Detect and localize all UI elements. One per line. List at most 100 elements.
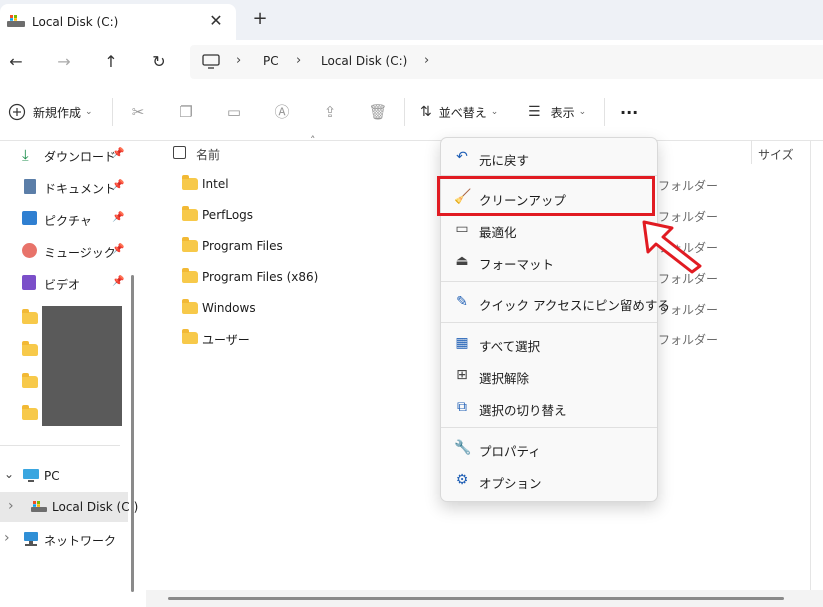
- menu-item-select-all[interactable]: ▦ すべて選択: [445, 328, 653, 358]
- document-icon: [24, 179, 36, 194]
- menu-item-optimize[interactable]: ▭ 最適化: [445, 214, 653, 244]
- file-type: フォルダー: [658, 177, 718, 194]
- sidebar-item-videos[interactable]: ビデオ 📌: [0, 268, 130, 298]
- chevron-right-icon[interactable]: ›: [8, 498, 14, 514]
- tab-local-disk[interactable]: Local Disk (C:) ✕: [0, 4, 236, 40]
- rename-button[interactable]: Ⓐ: [272, 98, 292, 126]
- file-name: PerfLogs: [202, 208, 253, 222]
- menu-separator: [441, 281, 657, 282]
- select-all-checkbox[interactable]: [173, 146, 186, 159]
- video-icon: [22, 275, 36, 290]
- chevron-right-icon[interactable]: ›: [4, 530, 10, 546]
- new-tab-button[interactable]: +: [250, 9, 270, 29]
- menu-separator: [441, 322, 657, 323]
- list-view-icon: ☰: [528, 104, 541, 120]
- sidebar-item-label: ダウンロード: [44, 148, 116, 165]
- plus-circle-icon: [8, 103, 26, 121]
- pin-icon: 📌: [112, 244, 124, 255]
- menu-item-invert-selection[interactable]: ⧉ 選択の切り替え: [445, 392, 653, 422]
- breadcrumb-local-disk[interactable]: Local Disk (C:): [321, 54, 407, 68]
- menu-item-label: 選択の切り替え: [479, 400, 567, 419]
- undo-icon: ↶: [454, 149, 470, 165]
- menu-item-label: クイック アクセスにピン留めする: [479, 295, 670, 314]
- new-button[interactable]: 新規作成 ⌄: [8, 98, 93, 126]
- file-name: Program Files: [202, 239, 283, 253]
- column-name[interactable]: 名前: [196, 146, 220, 163]
- column-divider[interactable]: [751, 140, 752, 164]
- view-button[interactable]: ☰ 表示 ⌄: [528, 98, 586, 126]
- scissors-icon: ✂: [128, 102, 148, 122]
- menu-item-undo[interactable]: ↶ 元に戻す: [445, 142, 653, 172]
- command-bar: 新規作成 ⌄ ✂ ❐ ▭ Ⓐ ⇪ 🗑 ⇅ 並べ替え ⌄ ☰ 表示 ⌄ ···: [0, 84, 823, 141]
- folder-icon[interactable]: [22, 344, 38, 359]
- sidebar-item-local-disk[interactable]: › Local Disk (C:): [0, 492, 130, 522]
- divider: [404, 98, 405, 126]
- sidebar-item-label: ネットワーク: [44, 532, 116, 549]
- copy-icon: ❐: [176, 102, 196, 122]
- up-arrow-icon[interactable]: ↑: [97, 48, 125, 76]
- copy-button[interactable]: ❐: [176, 98, 196, 126]
- folder-icon[interactable]: [22, 376, 38, 391]
- breadcrumb-pc[interactable]: PC: [263, 54, 279, 68]
- paste-button[interactable]: ▭: [224, 98, 244, 126]
- chevron-down-icon: ⌄: [491, 107, 499, 117]
- menu-item-properties[interactable]: 🔧 プロパティ: [445, 433, 653, 463]
- folder-icon[interactable]: [22, 312, 38, 327]
- menu-item-label: フォーマット: [479, 254, 554, 273]
- trash-icon: 🗑: [368, 102, 388, 122]
- menu-item-format[interactable]: ⏏ フォーマット: [445, 246, 653, 276]
- share-button[interactable]: ⇪: [320, 98, 340, 126]
- sidebar-item-documents[interactable]: ドキュメント 📌: [0, 172, 130, 202]
- drive-icon: [30, 500, 48, 514]
- more-options-button[interactable]: ···: [620, 98, 638, 126]
- menu-item-select-none[interactable]: ⊞ 選択解除: [445, 360, 653, 390]
- options-gear-icon: ⚙: [454, 472, 470, 488]
- refresh-icon[interactable]: ↻: [145, 48, 173, 76]
- sidebar-item-pictures[interactable]: ピクチャ 📌: [0, 204, 130, 234]
- sidebar-scrollbar[interactable]: [131, 275, 134, 592]
- sort-arrows-icon: ⇅: [420, 104, 432, 120]
- chevron-down-icon[interactable]: ⌄: [4, 467, 14, 481]
- sidebar-item-downloads[interactable]: ⤓ ダウンロード 📌: [0, 140, 130, 170]
- properties-wrench-icon: 🔧: [454, 440, 470, 456]
- menu-item-pin-quick-access[interactable]: ✎ クイック アクセスにピン留めする: [445, 287, 653, 317]
- folder-icon: [182, 240, 198, 255]
- divider: [0, 445, 120, 446]
- sidebar-item-music[interactable]: ミュージック 📌: [0, 236, 130, 266]
- invert-selection-icon: ⧉: [454, 399, 470, 415]
- sidebar-item-network[interactable]: › ネットワーク: [0, 524, 130, 554]
- breadcrumb-separator: ›: [236, 53, 241, 68]
- monitor-icon: [202, 54, 220, 70]
- delete-button[interactable]: 🗑: [368, 98, 388, 126]
- download-icon: ⤓: [22, 147, 38, 163]
- folder-icon: [182, 178, 198, 193]
- horizontal-scrollbar[interactable]: [168, 597, 784, 600]
- folder-icon[interactable]: [22, 408, 38, 423]
- divider: [810, 140, 811, 590]
- pin-icon: 📌: [112, 212, 124, 223]
- sidebar-item-label: ミュージック: [44, 244, 116, 261]
- menu-item-options[interactable]: ⚙ オプション: [445, 465, 653, 495]
- breadcrumb-separator[interactable]: ›: [424, 53, 429, 68]
- file-name: Intel: [202, 177, 229, 191]
- highlight-frame: [437, 176, 655, 216]
- menu-item-label: プロパティ: [479, 441, 541, 460]
- folder-icon: [182, 271, 198, 286]
- forward-arrow-icon[interactable]: →: [50, 48, 78, 76]
- folder-icon: [182, 332, 198, 347]
- pin-icon: ✎: [454, 294, 470, 310]
- picture-icon: [22, 211, 37, 225]
- close-tab-button[interactable]: ✕: [206, 11, 226, 31]
- share-icon: ⇪: [320, 102, 340, 122]
- column-size[interactable]: サイズ: [758, 146, 794, 163]
- cut-button[interactable]: ✂: [128, 98, 148, 126]
- folder-icon: [182, 302, 198, 317]
- sidebar-item-pc[interactable]: ⌄ PC: [0, 461, 130, 491]
- back-arrow-icon[interactable]: ←: [2, 48, 30, 76]
- sort-button[interactable]: ⇅ 並べ替え ⌄: [420, 98, 498, 126]
- sidebar-item-label: PC: [44, 469, 60, 483]
- address-bar[interactable]: › PC › Local Disk (C:) ›: [190, 45, 823, 79]
- redacted-area: [42, 306, 122, 426]
- menu-separator: [441, 427, 657, 428]
- pc-icon: [22, 468, 40, 484]
